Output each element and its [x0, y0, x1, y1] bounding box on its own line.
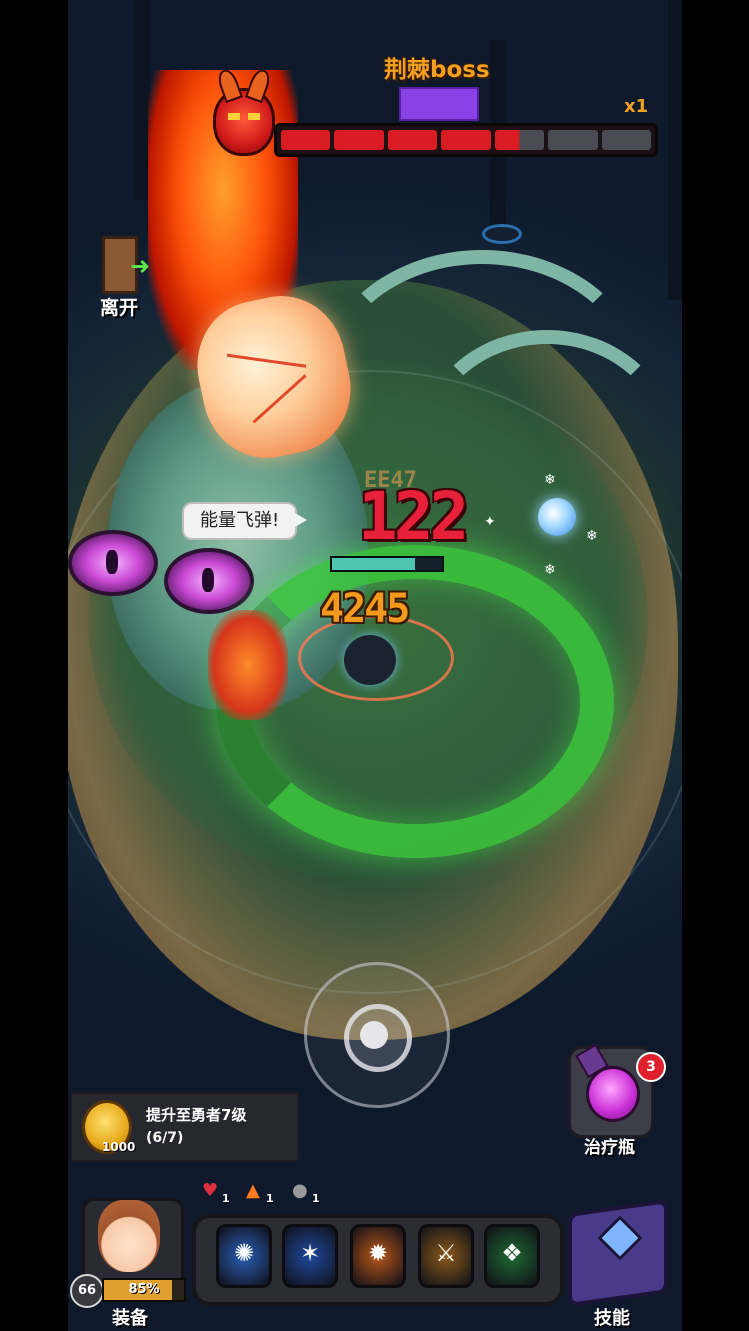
leave-label: 离开 — [100, 297, 139, 319]
game-viewport[interactable]: ❄ ❄ ❄ ✦ EE47 122 4245 能量飞弹! 荆棘boss x1 ➜ … — [68, 0, 682, 1331]
snowflake-icon: ❄ — [586, 528, 598, 544]
speech-bubble: 能量飞弹! — [182, 502, 308, 540]
boss-health-segment — [334, 130, 384, 150]
hero-level-badge: 66 — [70, 1274, 104, 1308]
player-character — [344, 635, 396, 685]
quest-title: 提升至勇者7级 — [146, 1106, 247, 1124]
ice-burst-skill-icon[interactable]: ✶ — [282, 1224, 338, 1288]
tree-base — [482, 224, 522, 244]
damage-number: 4245 — [320, 586, 410, 632]
fire-patch-effect — [208, 610, 288, 720]
boss-health-segment — [387, 130, 438, 150]
buff-fire: ▲ 1 — [246, 1180, 276, 1206]
skill-label: 技能 — [594, 1308, 630, 1329]
hero-portrait-avatar — [98, 1200, 160, 1272]
boss-eye-right — [164, 548, 254, 614]
quest-panel[interactable]: 1000 提升至勇者7级 (6/7) — [70, 1092, 299, 1162]
potion-count-badge: 3 — [636, 1052, 666, 1082]
boss-demon-icon — [213, 66, 275, 156]
healing-potion-icon — [586, 1066, 640, 1122]
boss-tag-badge — [399, 87, 479, 121]
snowflake-icon: ❄ — [544, 562, 556, 578]
shadow-strike-skill-icon[interactable]: ⚔ — [418, 1224, 474, 1288]
boss-health-segment — [548, 130, 598, 150]
equip-label: 装备 — [112, 1308, 148, 1329]
buff-count: 1 — [222, 1192, 230, 1205]
quest-progress: (6/7) — [146, 1130, 184, 1146]
green-thorn-skill-icon[interactable]: ❖ — [484, 1224, 540, 1288]
boss-eye-left — [68, 530, 158, 596]
snowflake-icon: ✦ — [484, 514, 496, 530]
blue-vortex-skill-icon[interactable]: ✺ — [216, 1224, 272, 1288]
ice-orb-projectile — [538, 498, 576, 536]
tree-trunk — [668, 0, 682, 300]
player-health-bar — [330, 556, 444, 572]
hero-xp-percent: 85% — [128, 1282, 160, 1297]
heart-buff-icon: ♥ — [202, 1180, 219, 1201]
buff-heart: ♥ 1 — [202, 1180, 232, 1206]
boss-health-segment — [494, 130, 545, 150]
buff-count: 1 — [266, 1192, 274, 1205]
boss-health-bar — [274, 123, 658, 157]
damage-number-critical: 122 — [358, 478, 469, 555]
boss-health-segment — [441, 130, 491, 150]
bomb-buff-icon: ● — [292, 1180, 308, 1201]
hero-xp-bar: 85% — [102, 1278, 186, 1302]
boss-health-multiplier: x1 — [624, 96, 649, 117]
buff-count: 1 — [312, 1192, 320, 1205]
quest-reward-amount: 1000 — [102, 1140, 136, 1154]
potion-label: 治疗瓶 — [584, 1138, 635, 1158]
flame-burst-skill-icon[interactable]: ✹ — [350, 1224, 406, 1288]
buff-bomb: ● 1 — [292, 1180, 322, 1206]
boss-health-segment — [601, 130, 651, 150]
joystick-knob[interactable] — [360, 1021, 388, 1049]
boss-name: 荆棘boss — [384, 57, 490, 83]
fire-buff-icon: ▲ — [246, 1180, 260, 1201]
boss-health-segment — [281, 130, 331, 150]
player-health-fill — [332, 558, 415, 570]
arrow-right-icon: ➜ — [130, 252, 151, 280]
snowflake-icon: ❄ — [544, 472, 556, 488]
